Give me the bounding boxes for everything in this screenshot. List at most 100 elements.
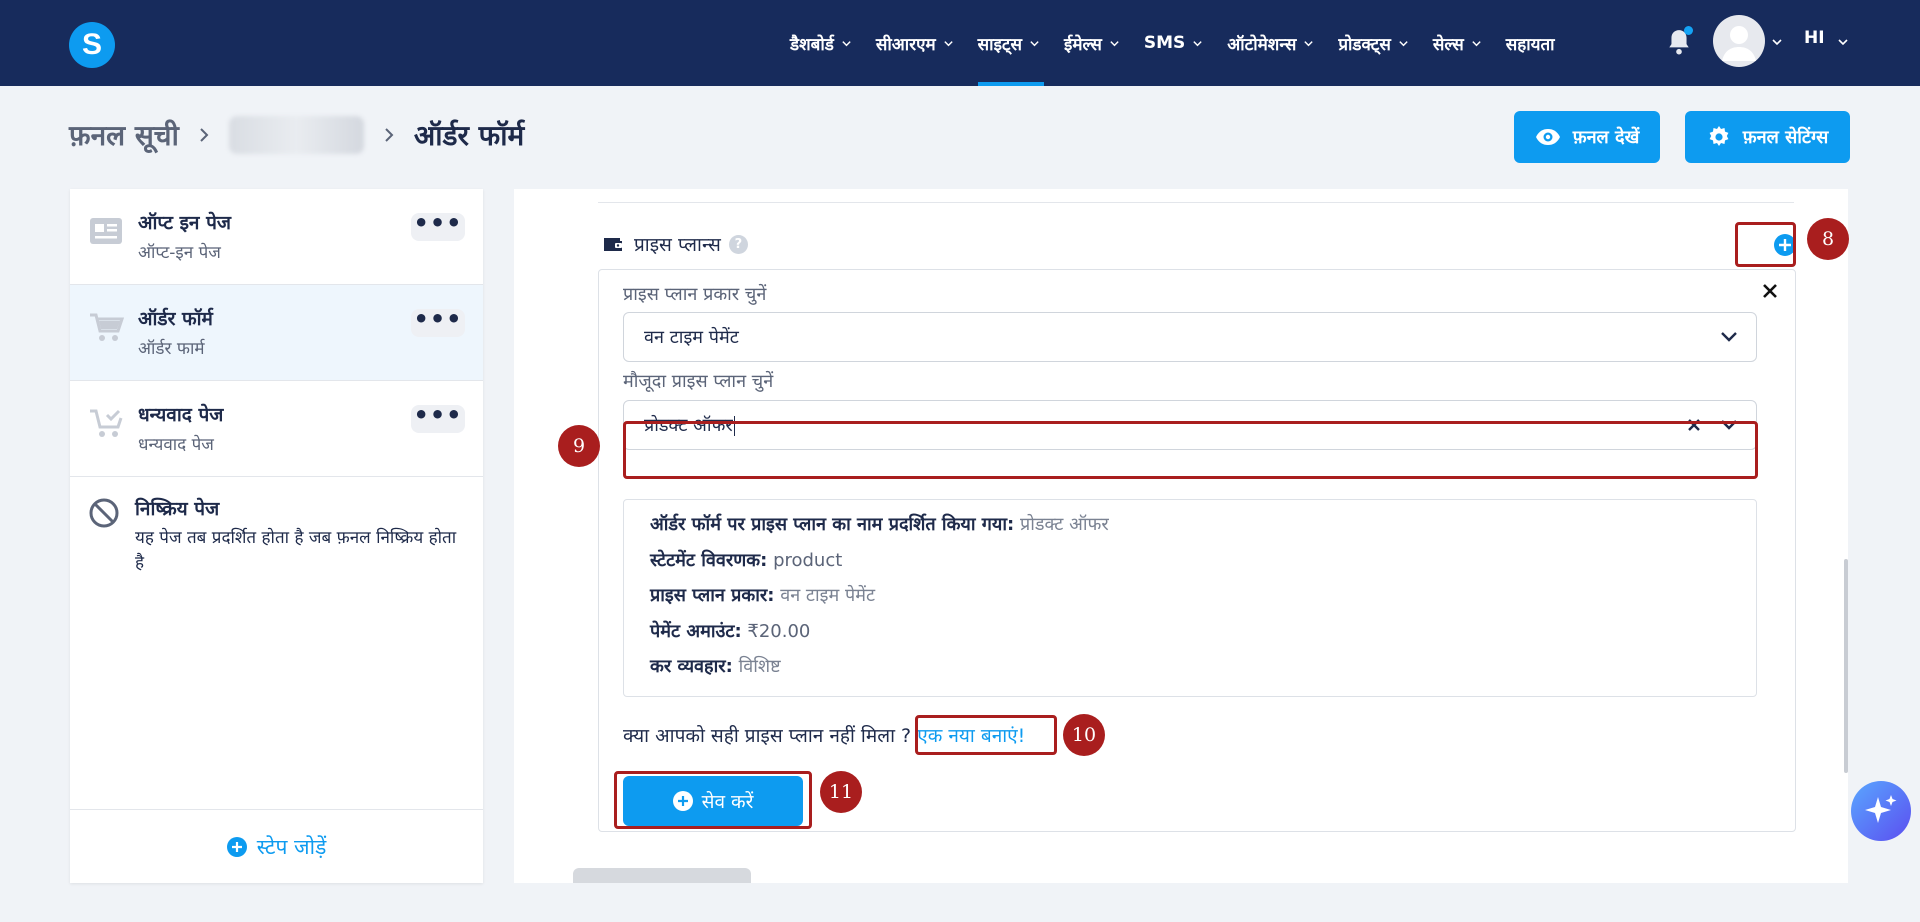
ai-assistant-button[interactable] xyxy=(1851,781,1911,841)
detail-key: प्राइस प्लान प्रकार: xyxy=(650,585,775,606)
annotation-box-8 xyxy=(1735,222,1796,267)
annotation-badge-8: 8 xyxy=(1807,218,1849,260)
step-menu-button[interactable]: ••• xyxy=(411,307,465,337)
funnel-settings-label: फ़नल सेटिंग्स xyxy=(1742,127,1829,148)
nav-item-label: SMS xyxy=(1143,33,1186,53)
detail-value: विशिष्ट xyxy=(738,656,781,677)
detail-payment-amount: पेमेंट अमाउंट: ₹20.00 xyxy=(650,619,810,643)
funnel-steps-panel: ऑप्ट इन पेज ऑप्ट-इन पेज ••• ऑर्डर फॉर्म … xyxy=(70,189,483,883)
nav-item-emails[interactable]: ईमेल्स xyxy=(1064,0,1120,86)
add-step-button[interactable]: स्टेप जोड़ें xyxy=(70,809,483,883)
nav-item-label: सेल्स xyxy=(1432,34,1464,55)
plan-type-value: वन टाइम पेमेंट xyxy=(644,327,739,348)
chevron-right-icon xyxy=(385,128,394,142)
detail-statement-descriptor: स्टेटमेंट विवरणक: product xyxy=(650,548,842,572)
annotation-box-9 xyxy=(623,421,1758,479)
step-title: ऑर्डर फॉर्म xyxy=(138,308,213,330)
close-icon[interactable] xyxy=(1761,282,1779,300)
language-selector[interactable]: HI xyxy=(1804,28,1825,48)
chevron-down-icon[interactable] xyxy=(1771,36,1783,48)
breadcrumb: फ़नल सूची ऑर्डर फॉर्म xyxy=(69,116,524,154)
detail-display-name: ऑर्डर फॉर्म पर प्राइस प्लान का नाम प्रदर… xyxy=(650,512,1109,536)
annotation-badge-9: 9 xyxy=(558,425,600,467)
step-title: धन्यवाद पेज xyxy=(138,404,224,426)
step-subtitle: ऑप्ट-इन पेज xyxy=(138,243,221,263)
divider xyxy=(598,202,1794,203)
step-menu-button[interactable]: ••• xyxy=(411,403,465,433)
nav-item-label: डैशबोर्ड xyxy=(790,34,834,55)
plan-details-box: ऑर्डर फॉर्म पर प्राइस प्लान का नाम प्रदर… xyxy=(623,499,1757,697)
view-funnel-button[interactable]: फ़नल देखें xyxy=(1514,111,1660,163)
view-funnel-label: फ़नल देखें xyxy=(1572,127,1640,148)
plus-circle-icon xyxy=(226,836,247,857)
chevron-down-icon xyxy=(1721,332,1737,342)
existing-plan-label: मौजूदा प्राइस प्लान चुनें xyxy=(623,371,774,392)
missing-plan-question: क्या आपको सही प्राइस प्लान नहीं मिला ? xyxy=(623,725,912,747)
nav-item-label: सीआरएम xyxy=(875,34,936,55)
help-icon[interactable]: ? xyxy=(728,234,748,254)
price-plans-title: प्राइस प्लान्स xyxy=(634,234,721,256)
detail-plan-type: प्राइस प्लान प्रकार: वन टाइम पेमेंट xyxy=(650,583,875,607)
nav-item-sales[interactable]: सेल्स xyxy=(1433,0,1482,86)
nav-item-sms[interactable]: SMS xyxy=(1144,0,1203,86)
nav-item-label: प्रोडक्ट्स xyxy=(1338,34,1391,55)
detail-key: ऑर्डर फॉर्म पर प्राइस प्लान का नाम प्रदर… xyxy=(650,514,1015,535)
disabled-button[interactable] xyxy=(573,868,751,883)
inactive-page-title: निष्क्रिय पेज xyxy=(135,498,220,520)
eye-icon xyxy=(1535,129,1560,145)
breadcrumb-funnel-list[interactable]: फ़नल सूची xyxy=(69,116,179,154)
chevron-down-icon xyxy=(1399,40,1408,46)
nav-item-automations[interactable]: ऑटोमेशन्स xyxy=(1227,0,1314,86)
top-navbar: S डैशबोर्ड सीआरएम साइट्स ईमेल्स SMS ऑटोम… xyxy=(0,0,1920,86)
chevron-down-icon xyxy=(1304,40,1314,46)
detail-key: कर व्यवहार: xyxy=(650,656,733,677)
step-opt-in-page[interactable]: ऑप्ट इन पेज ऑप्ट-इन पेज ••• xyxy=(70,189,483,285)
detail-value: product xyxy=(773,550,843,571)
step-subtitle: ऑर्डर फार्म xyxy=(138,339,205,359)
nav-item-crm[interactable]: सीआरएम xyxy=(876,0,954,86)
annotation-badge-11: 11 xyxy=(820,771,862,813)
detail-value: वन टाइम पेमेंट xyxy=(780,585,876,606)
funnel-settings-button[interactable]: फ़नल सेटिंग्स xyxy=(1685,111,1850,163)
step-order-form[interactable]: ऑर्डर फॉर्म ऑर्डर फार्म ••• xyxy=(70,285,483,381)
nav-item-products[interactable]: प्रोडक्ट्स xyxy=(1338,0,1409,86)
main-nav: डैशबोर्ड सीआरएम साइट्स ईमेल्स SMS ऑटोमेश… xyxy=(790,0,1579,86)
chevron-down-icon xyxy=(1110,40,1119,46)
breadcrumb-funnel-name-blurred[interactable] xyxy=(228,116,364,154)
gear-icon xyxy=(1709,126,1729,146)
annotation-badge-10: 10 xyxy=(1063,714,1105,756)
annotation-box-10 xyxy=(915,715,1057,755)
price-plan-card: प्राइस प्लान प्रकार चुनें वन टाइम पेमेंट… xyxy=(598,269,1796,832)
nav-item-label: साइट्स xyxy=(977,34,1022,55)
nav-item-sites[interactable]: साइट्स xyxy=(977,0,1045,86)
inactive-page-description: यह पेज तब प्रदर्शित होता है जब फ़नल निष्… xyxy=(135,528,457,573)
app-logo[interactable]: S xyxy=(69,22,115,68)
page-title: ऑर्डर फॉर्म xyxy=(413,119,525,152)
detail-tax-behavior: कर व्यवहार: विशिष्ट xyxy=(650,654,781,678)
plan-type-select[interactable]: वन टाइम पेमेंट xyxy=(623,312,1757,362)
annotation-box-11 xyxy=(614,771,812,829)
detail-key: स्टेटमेंट विवरणक: xyxy=(650,550,768,571)
chevron-down-icon[interactable] xyxy=(1837,36,1849,48)
chevron-down-icon xyxy=(1193,40,1202,46)
step-title: ऑप्ट इन पेज xyxy=(138,212,231,234)
page-icon xyxy=(90,218,122,244)
chevron-down-icon xyxy=(1472,40,1481,46)
chevron-right-icon xyxy=(200,128,209,142)
cart-check-icon xyxy=(90,409,123,437)
scrollbar-thumb[interactable] xyxy=(1844,559,1848,773)
block-icon xyxy=(89,498,119,528)
notification-dot xyxy=(1684,26,1693,35)
step-thank-you-page[interactable]: धन्यवाद पेज धन्यवाद पेज ••• xyxy=(70,381,483,477)
nav-item-label: ऑटोमेशन्स xyxy=(1227,34,1297,55)
step-menu-button[interactable]: ••• xyxy=(411,211,465,241)
user-icon xyxy=(1722,26,1756,61)
plan-type-label: प्राइस प्लान प्रकार चुनें xyxy=(623,284,767,305)
user-avatar[interactable] xyxy=(1713,15,1765,67)
nav-item-help[interactable]: सहायता xyxy=(1506,0,1555,86)
cart-icon xyxy=(90,313,124,341)
chevron-down-icon xyxy=(842,40,851,46)
nav-item-dashboard[interactable]: डैशबोर्ड xyxy=(790,0,852,86)
detail-key: पेमेंट अमाउंट: xyxy=(650,621,742,642)
price-plans-heading: प्राइस प्लान्स ? xyxy=(602,231,748,257)
